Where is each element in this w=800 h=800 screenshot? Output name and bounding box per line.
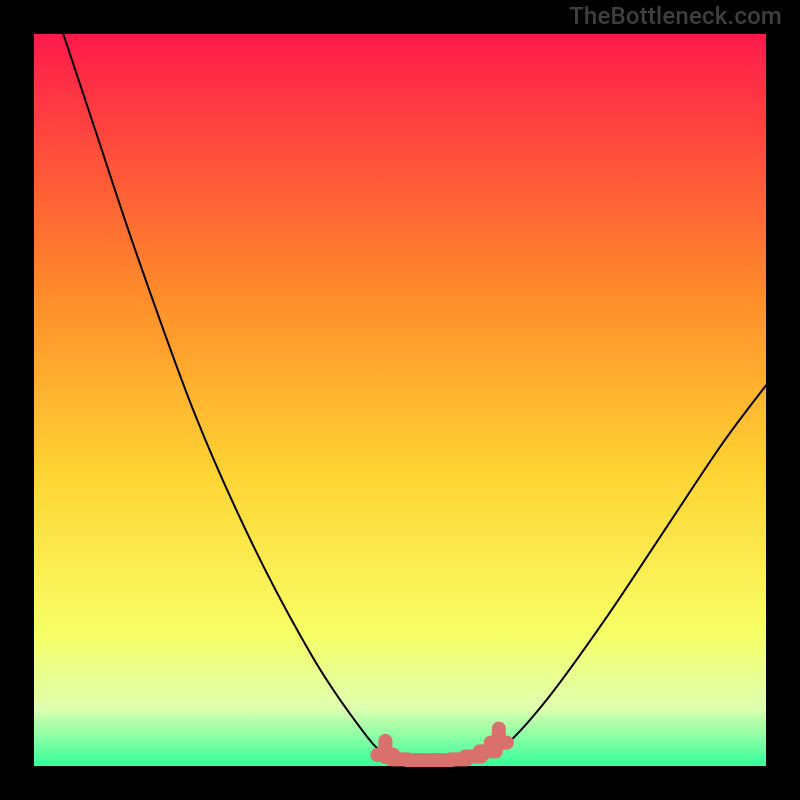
chart-stage: TheBottleneck.com bbox=[0, 0, 800, 800]
watermark-text: TheBottleneck.com bbox=[569, 2, 782, 30]
plot-area bbox=[34, 34, 766, 766]
bottleneck-chart bbox=[0, 0, 800, 800]
